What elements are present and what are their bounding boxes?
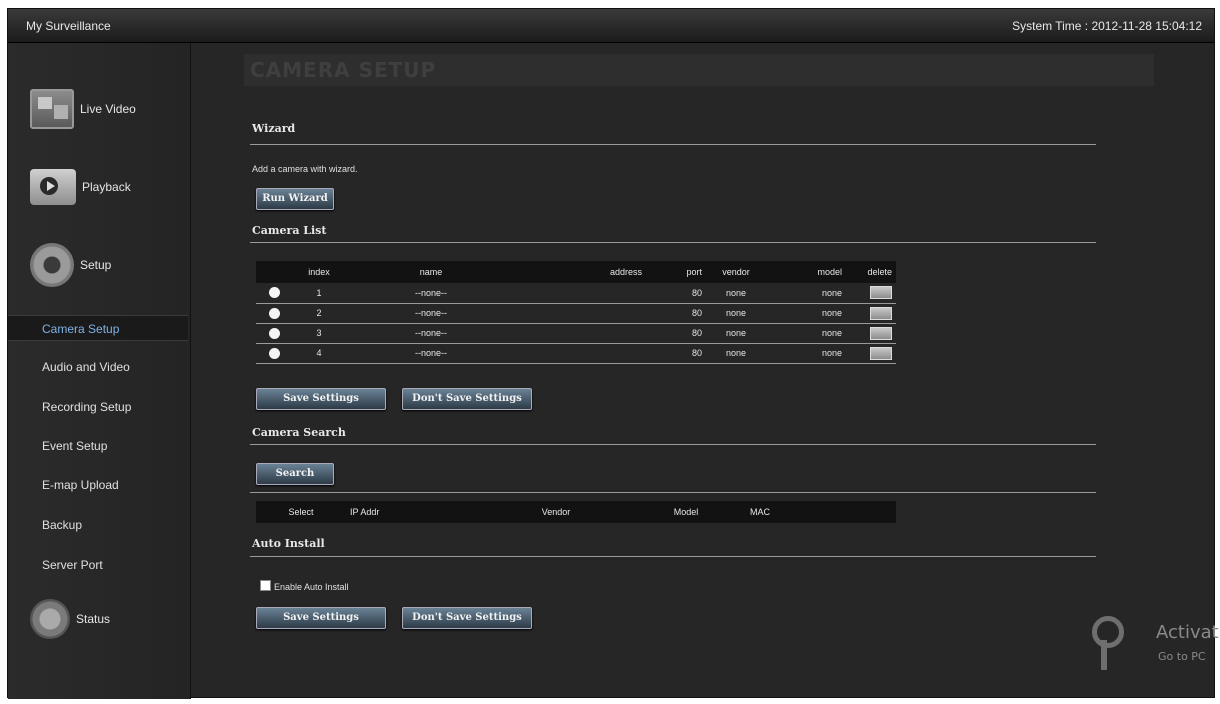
cell-name: --none-- [346, 303, 516, 324]
cell-model: none [766, 343, 846, 364]
save-settings-button[interactable]: Save Settings [256, 388, 386, 410]
status-icon [30, 599, 70, 639]
cell-vendor: none [706, 283, 766, 304]
column-header: address [516, 261, 646, 283]
table-row: 3 --none-- 80 none none [256, 323, 896, 344]
column-header: name [346, 261, 516, 283]
key-icon [1090, 616, 1124, 672]
divider [250, 556, 1096, 557]
cell-index: 1 [292, 283, 346, 304]
nav-status[interactable]: Status [30, 599, 110, 639]
camera-search-section-title: Camera Search [252, 426, 346, 439]
watermark-line1: Activat [1156, 622, 1219, 643]
camera-list-table: index name address port vendor model del… [256, 261, 896, 364]
table-row: 4 --none-- 80 none none [256, 343, 896, 364]
cell-address [516, 323, 646, 344]
cell-port: 80 [646, 323, 706, 344]
cell-index: 3 [292, 323, 346, 344]
sidebar-item-audio-video[interactable]: Audio and Video [8, 354, 188, 380]
live-video-icon [30, 89, 74, 129]
title-bar: My Surveillance System Time : 2012-11-28… [8, 9, 1214, 43]
sidebar-item-server-port[interactable]: Server Port [8, 552, 188, 578]
cell-address [516, 343, 646, 364]
divider [250, 444, 1096, 445]
playback-icon [30, 169, 76, 205]
nav-label: Status [76, 612, 111, 626]
column-header: MAC [746, 501, 896, 523]
divider [250, 144, 1096, 145]
column-header: index [292, 261, 346, 283]
column-header: vendor [706, 261, 766, 283]
cell-model: none [766, 323, 846, 344]
page-title: CAMERA SETUP [244, 54, 1154, 86]
delete-row-button[interactable] [870, 306, 892, 320]
column-header: Model [626, 501, 746, 523]
cell-vendor: none [706, 303, 766, 324]
table-row: 1 --none-- 80 none none [256, 283, 896, 304]
nav-playback[interactable]: Playback [30, 169, 131, 205]
delete-row-button[interactable] [870, 326, 892, 340]
activation-watermark: Activat Go to PC [1090, 612, 1219, 672]
cell-address [516, 283, 646, 304]
cell-name: --none-- [346, 283, 516, 304]
search-results-table: Select IP Addr Vendor Model MAC [256, 501, 896, 523]
wizard-section-title: Wizard [252, 122, 296, 135]
nav-live-video[interactable]: Live Video [30, 89, 136, 129]
row-select-radio[interactable] [268, 307, 280, 319]
auto-install-dont-save-button[interactable]: Don't Save Settings [402, 607, 532, 629]
cell-index: 2 [292, 303, 346, 324]
cell-name: --none-- [346, 343, 516, 364]
nav-label: Live Video [80, 102, 136, 116]
cell-vendor: none [706, 323, 766, 344]
camera-list-section-title: Camera List [252, 224, 327, 237]
cell-vendor: none [706, 343, 766, 364]
row-select-radio[interactable] [268, 347, 280, 359]
delete-row-button[interactable] [870, 286, 892, 300]
cell-port: 80 [646, 283, 706, 304]
row-select-radio[interactable] [268, 287, 280, 299]
column-header: port [646, 261, 706, 283]
nav-label: Setup [80, 258, 112, 272]
auto-install-section-title: Auto Install [252, 537, 325, 550]
search-button[interactable]: Search [256, 463, 334, 485]
auto-install-save-button[interactable]: Save Settings [256, 607, 386, 629]
table-row: 2 --none-- 80 none none [256, 303, 896, 324]
sidebar-item-backup[interactable]: Backup [8, 512, 188, 538]
nav-setup[interactable]: Setup [30, 243, 111, 287]
run-wizard-button[interactable]: Run Wizard [256, 188, 334, 210]
column-header: Vendor [486, 501, 626, 523]
column-header: delete [846, 261, 896, 283]
column-header: model [766, 261, 846, 283]
table-header-row: Select IP Addr Vendor Model MAC [256, 501, 896, 523]
dont-save-settings-button[interactable]: Don't Save Settings [402, 388, 532, 410]
divider [250, 492, 1096, 493]
cell-model: none [766, 303, 846, 324]
delete-row-button[interactable] [870, 346, 892, 360]
sidebar-item-event-setup[interactable]: Event Setup [8, 433, 188, 459]
divider [250, 242, 1096, 243]
table-header-row: index name address port vendor model del… [256, 261, 896, 283]
cell-index: 4 [292, 343, 346, 364]
watermark-line2: Go to PC [1158, 650, 1206, 663]
sidebar-item-recording-setup[interactable]: Recording Setup [8, 394, 188, 420]
enable-auto-install-label: Enable Auto Install [274, 582, 349, 592]
sidebar-item-camera-setup[interactable]: Camera Setup [8, 315, 188, 341]
system-time: System Time : 2012-11-28 15:04:12 [1012, 19, 1202, 33]
nav-label: Playback [82, 180, 131, 194]
wizard-hint: Add a camera with wizard. [252, 164, 358, 174]
sidebar: Live Video Playback Setup Camera Setup A… [8, 43, 191, 699]
sidebar-item-emap-upload[interactable]: E-map Upload [8, 472, 188, 498]
cell-address [516, 303, 646, 324]
cell-name: --none-- [346, 323, 516, 344]
app-title: My Surveillance [26, 19, 111, 33]
cell-port: 80 [646, 343, 706, 364]
column-header: IP Addr [346, 501, 486, 523]
row-select-radio[interactable] [268, 327, 280, 339]
gear-icon [30, 243, 74, 287]
cell-model: none [766, 283, 846, 304]
column-header: Select [256, 501, 346, 523]
enable-auto-install-checkbox[interactable] [260, 580, 271, 591]
cell-port: 80 [646, 303, 706, 324]
